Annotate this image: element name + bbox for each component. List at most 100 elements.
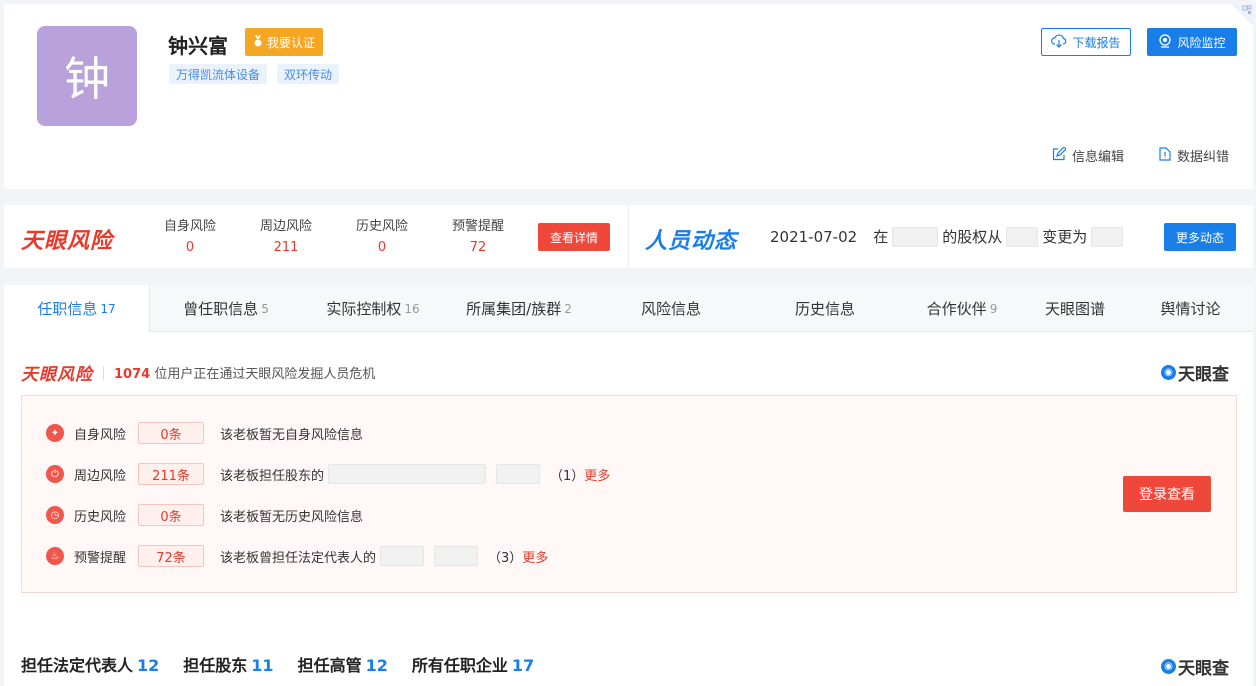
position-summary: 担任法定代表人 12 担任股东 11 担任高管 12 所有任职企业 17 [21,652,534,676]
tab-label: 历史信息 [794,300,855,318]
more-link[interactable]: 更多 [584,465,610,484]
stat-label: 历史风险 [355,219,408,234]
tab-graph[interactable]: 天眼图谱 [1022,285,1128,332]
risk-desc: 该老板暂无历史风险信息 [220,509,364,525]
more-dynamics-button[interactable]: 更多动态 [1164,223,1236,251]
tianyan-risk-logo: 天眼风险 [21,229,114,254]
dynamic-date: 2021-07-02 [770,227,858,246]
tianyancha-logo: ◉ 天眼查 [1161,654,1229,679]
summary-all-companies[interactable]: 所有任职企业 17 [412,652,534,676]
tab-label: 天眼图谱 [1044,300,1105,318]
main-content: 天眼风险 1074 位用户正在通过天眼风险发掘人员危机 ◉ 天眼查 ✦ 自身风险… [4,332,1253,686]
stat-value: 0 [185,240,195,255]
medal-icon [253,34,263,50]
qrcode-icon[interactable] [1231,4,1253,26]
person-dynamics-logo: 人员动态 [645,229,738,254]
masked-value [1006,226,1039,247]
summary-count: 12 [365,656,388,675]
tag-company-2[interactable]: 双环传动 [277,64,340,84]
risk-row-history: ◷ 历史风险 0条 该老板暂无历史风险信息 [46,503,363,527]
risk-count[interactable]: 0条 [138,504,204,526]
monitor-label: 风险监控 [1177,35,1226,50]
data-correct-button[interactable]: 数据纠错 [1159,146,1229,165]
clock-icon: ◷ [46,506,64,524]
shield-icon: ✦ [46,424,64,442]
login-view-button[interactable]: 登录查看 [1123,476,1211,512]
tab-count: 9 [989,301,998,316]
risk-name: 周边风险 [74,468,127,484]
risk-summary-bar: 天眼风险 自身风险 0 周边风险 211 历史风险 0 预警提醒 72 查看详情… [4,205,1253,268]
risk-desc: 该老板暂无自身风险信息 [220,427,364,443]
tab-label: 任职信息 [37,300,98,318]
tab-label: 风险信息 [640,300,701,318]
download-report-button[interactable]: 下载报告 [1041,28,1131,56]
tab-risk-info[interactable]: 风险信息 [594,285,748,332]
latest-dynamic[interactable]: 2021-07-02 在 的股权从 变更为 [770,226,1124,247]
tab-history-info[interactable]: 历史信息 [748,285,902,332]
tianyancha-logo: ◉ 天眼查 [1161,360,1229,385]
risk-suffix: （3） [488,550,523,566]
info-edit-button[interactable]: 信息编辑 [1052,145,1125,165]
tab-actual-control[interactable]: 实际控制权 16 [302,285,444,332]
risk-detail-box: ✦ 自身风险 0条 该老板暂无自身风险信息 ⏻ 周边风险 211条 该老板担任股… [21,395,1237,593]
tab-partners[interactable]: 合作伙伴 9 [902,285,1022,332]
risk-panel-header: 天眼风险 1074 位用户正在通过天眼风险发掘人员危机 [21,360,375,385]
tab-label: 舆情讨论 [1160,300,1221,318]
risk-count[interactable]: 0条 [138,422,204,444]
summary-shareholder[interactable]: 担任股东 11 [183,652,273,676]
eye-icon: ◉ [1161,659,1176,674]
summary-label: 担任高管 [297,656,362,675]
logo-text: 天眼查 [1178,659,1229,679]
risk-row-surrounding: ⏻ 周边风险 211条 该老板担任股东的 （1） 更多 [46,462,610,486]
risk-monitor-button[interactable]: 风险监控 [1147,28,1237,56]
stat-surrounding-risk[interactable]: 周边风险 211 [246,215,326,255]
tab-count: 2 [564,301,572,316]
stat-value: 211 [273,240,299,255]
avatar-char: 钟 [64,52,110,106]
tianyan-risk-logo-small: 天眼风险 [21,365,93,385]
tab-current-positions[interactable]: 任职信息 17 [4,285,150,332]
risk-desc: 该老板曾担任法定代表人的 [220,550,377,566]
tab-former-positions[interactable]: 曾任职信息 5 [150,285,302,332]
summary-executive[interactable]: 担任高管 12 [298,652,388,676]
masked-company [328,464,487,484]
summary-count: 12 [137,656,160,675]
power-icon: ⏻ [46,465,64,483]
tab-count: 17 [100,301,116,316]
more-link[interactable]: 更多 [522,547,548,566]
summary-count: 11 [251,656,274,675]
summary-label: 担任法定代表人 [21,656,134,675]
summary-label: 担任股东 [183,656,248,675]
user-count-text: 位用户正在通过天眼风险发掘人员危机 [154,367,376,382]
eye-icon: ◉ [1161,365,1176,380]
summary-legal-rep[interactable]: 担任法定代表人 12 [21,652,159,676]
masked-value [434,546,479,566]
tab-count: 16 [404,301,420,316]
risk-name: 自身风险 [74,427,127,443]
summary-count: 17 [511,656,535,675]
tab-group[interactable]: 所属集团/族群 2 [444,285,594,332]
risk-count[interactable]: 211条 [138,463,204,485]
stat-history-risk[interactable]: 历史风险 0 [342,215,422,255]
risk-row-self: ✦ 自身风险 0条 该老板暂无自身风险信息 [46,421,363,445]
cloud-download-icon [1051,33,1067,51]
stat-label: 预警提醒 [451,219,504,234]
tag-company-1[interactable]: 万得凯流体设备 [169,64,268,84]
risk-desc: 该老板担任股东的 [220,468,325,484]
stat-value: 72 [469,240,487,255]
stat-warning[interactable]: 预警提醒 72 [438,215,518,255]
info-edit-label: 信息编辑 [1072,150,1125,165]
dynamic-text-changed: 变更为 [1042,228,1088,246]
verify-button[interactable]: 我要认证 [245,28,324,56]
tab-label: 实际控制权 [326,300,402,318]
view-details-button[interactable]: 查看详情 [538,223,610,251]
alarm-icon: ♨ [46,547,64,565]
tab-public-opinion[interactable]: 舆情讨论 [1128,285,1253,332]
user-count: 1074 [114,367,151,382]
edit-icon [1052,145,1067,165]
tab-label: 曾任职信息 [183,300,259,318]
tab-label: 所属集团/族群 [466,300,562,318]
risk-count[interactable]: 72条 [138,545,204,567]
stat-self-risk[interactable]: 自身风险 0 [150,215,230,255]
download-label: 下载报告 [1072,35,1121,50]
